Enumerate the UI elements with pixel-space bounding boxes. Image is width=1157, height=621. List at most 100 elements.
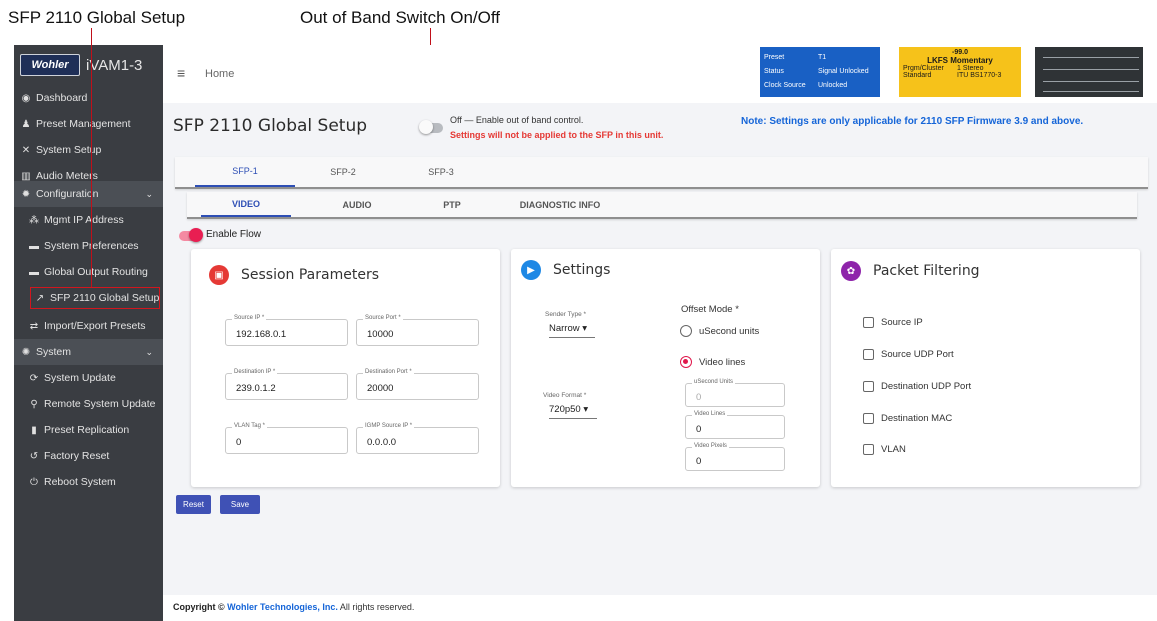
sidebar-item-preset-management[interactable]: ♟ Preset Management bbox=[14, 111, 163, 137]
meter-gridline bbox=[1043, 69, 1139, 70]
sidebar-item-system-update[interactable]: ⟳ System Update bbox=[14, 365, 163, 391]
source-ip-field[interactable]: Source IP * 192.168.0.1 bbox=[225, 315, 348, 346]
gear-icon: ✹ bbox=[21, 188, 31, 200]
card-title: Session Parameters bbox=[241, 267, 379, 283]
out-of-band-toggle[interactable] bbox=[419, 120, 443, 134]
sfp-tab-bar: SFP-1 SFP-2 SFP-3 bbox=[175, 157, 1148, 189]
vlan-tag-field[interactable]: VLAN Tag * 0 bbox=[225, 423, 348, 454]
card-title: Packet Filtering bbox=[873, 263, 980, 279]
out-of-band-warning: Settings will not be applied to the SFP … bbox=[450, 130, 664, 140]
sidebar-item-factory-reset[interactable]: ↺ Factory Reset bbox=[14, 443, 163, 469]
swap-icon: ⇄ bbox=[29, 320, 39, 332]
checkbox-label: Source IP bbox=[881, 317, 923, 328]
offset-mode-label: Offset Mode * bbox=[681, 304, 739, 315]
video-lines-field[interactable]: Video Lines 0 bbox=[685, 411, 785, 439]
destination-port-field[interactable]: Destination Port * 20000 bbox=[356, 369, 479, 400]
tab-video[interactable]: VIDEO bbox=[201, 192, 291, 217]
sidebar-item-remote-system-update[interactable]: ⚲ Remote System Update bbox=[14, 391, 163, 417]
radio-usecond-units[interactable] bbox=[680, 325, 692, 337]
igmp-source-ip-field[interactable]: IGMP Source IP * 0.0.0.0 bbox=[356, 423, 479, 454]
sidebar: Wohler iVAM1-3 ◉ Dashboard ♟ Preset Manage… bbox=[14, 45, 163, 621]
callout-line-sfp-setup bbox=[91, 28, 92, 287]
tab-audio[interactable]: AUDIO bbox=[312, 192, 402, 217]
main-content: SFP 2110 Global Setup Off — Enable out o… bbox=[163, 103, 1157, 595]
tab-diagnostic-info[interactable]: DIAGNOSTIC INFO bbox=[505, 192, 615, 217]
company-link[interactable]: Wohler Technologies, Inc. bbox=[227, 602, 338, 612]
packet-filtering-card: ✿ Packet Filtering Source IP Source UDP … bbox=[831, 249, 1140, 487]
checkbox-source-udp-port[interactable] bbox=[863, 349, 874, 360]
dashboard-icon: ◉ bbox=[21, 92, 31, 104]
meter-gridline bbox=[1043, 57, 1139, 58]
video-format-select[interactable]: 720p50 ▾ bbox=[549, 404, 597, 419]
enable-flow-toggle[interactable] bbox=[179, 228, 203, 242]
sidebar-item-sfp-2110-global-setup[interactable]: ↗ SFP 2110 Global Setup bbox=[30, 287, 160, 309]
firmware-note: Note: Settings are only applicable for 2… bbox=[741, 116, 1084, 127]
network-icon: ⁂ bbox=[29, 214, 39, 226]
chevron-down-icon: ⌄ bbox=[145, 188, 153, 199]
sync-icon: ⟳ bbox=[29, 372, 39, 384]
sidebar-item-preset-replication[interactable]: ▮ Preset Replication bbox=[14, 417, 163, 443]
tab-sfp-2[interactable]: SFP-2 bbox=[293, 157, 393, 187]
top-bar: ≡ Home Preset T1 Status Signal Unlocked Cl… bbox=[163, 45, 1157, 103]
footer: Copyright © Wohler Technologies, Inc. Al… bbox=[163, 595, 1157, 621]
sidebar-item-global-output-routing[interactable]: ▬ Global Output Routing bbox=[14, 259, 163, 285]
checkbox-label: Destination UDP Port bbox=[881, 381, 972, 392]
callout-oob-switch: Out of Band Switch On/Off bbox=[300, 8, 501, 27]
radio-video-lines[interactable] bbox=[680, 356, 692, 368]
checkbox-destination-mac[interactable] bbox=[863, 413, 874, 424]
brand: Wohler iVAM1-3 bbox=[14, 45, 163, 85]
meter-icon: ▥ bbox=[21, 170, 31, 182]
sidebar-item-mgmt-ip[interactable]: ⁂ Mgmt IP Address bbox=[14, 207, 163, 233]
toggle-knob bbox=[189, 228, 203, 242]
card-title: Settings bbox=[553, 262, 611, 278]
gears-icon: ✺ bbox=[21, 346, 31, 358]
chevron-down-icon: ⌄ bbox=[145, 346, 153, 357]
radio-video-lines-label: Video lines bbox=[699, 357, 746, 368]
source-port-field[interactable]: Source Port * 10000 bbox=[356, 315, 479, 346]
power-icon: ⏻ bbox=[30, 476, 38, 488]
breadcrumb[interactable]: Home bbox=[205, 68, 234, 80]
keyboard-icon: ▬ bbox=[29, 240, 39, 252]
sidebar-item-import-export-presets[interactable]: ⇄ Import/Export Presets bbox=[14, 313, 163, 339]
tab-sfp-1[interactable]: SFP-1 bbox=[195, 157, 295, 187]
wrench-icon: ↗ bbox=[35, 292, 45, 304]
signal-status-panel: Preset T1 Status Signal Unlocked Clock Sou… bbox=[760, 47, 880, 97]
page-title: SFP 2110 Global Setup bbox=[173, 116, 368, 136]
copyright: Copyright © Wohler Technologies, Inc. Al… bbox=[173, 602, 415, 612]
routing-icon: ▬ bbox=[29, 266, 39, 278]
copy-icon: ▮ bbox=[31, 424, 37, 436]
loudness-panel: -99.0 LKFS Momentary Prgm/Cluster 1 Stere… bbox=[899, 47, 1021, 97]
hamburger-menu-icon[interactable]: ≡ bbox=[177, 65, 185, 81]
sidebar-item-reboot-system[interactable]: ⏻ Reboot System bbox=[14, 469, 163, 495]
video-pixels-field[interactable]: Video Pixels 0 bbox=[685, 443, 785, 471]
sidebar-group-system[interactable]: ✺ System ⌄ bbox=[14, 339, 163, 365]
save-button[interactable]: Save bbox=[220, 495, 260, 514]
enable-flow-label: Enable Flow bbox=[206, 229, 262, 240]
sender-type-select[interactable]: Narrow ▾ bbox=[549, 323, 595, 338]
mini-meter-display bbox=[1035, 47, 1143, 97]
callout-sfp-setup: SFP 2110 Global Setup bbox=[8, 8, 186, 27]
video-camera-icon: ▶ bbox=[521, 260, 541, 280]
sidebar-item-system-setup[interactable]: ✕ System Setup bbox=[14, 137, 163, 163]
tab-sfp-3[interactable]: SFP-3 bbox=[391, 157, 491, 187]
checkbox-label: Source UDP Port bbox=[881, 349, 954, 360]
reset-button[interactable]: Reset bbox=[176, 495, 211, 514]
wohler-logo: Wohler bbox=[20, 54, 80, 76]
tab-ptp[interactable]: PTP bbox=[407, 192, 497, 217]
destination-ip-field[interactable]: Destination IP * 239.0.1.2 bbox=[225, 369, 348, 400]
checkbox-source-ip[interactable] bbox=[863, 317, 874, 328]
loudness-mode: LKFS Momentary bbox=[927, 56, 993, 65]
meter-gridline bbox=[1043, 91, 1139, 92]
checkbox-label: VLAN bbox=[881, 444, 906, 455]
sidebar-group-configuration[interactable]: ✹ Configuration ⌄ bbox=[14, 181, 163, 207]
checkbox-vlan[interactable] bbox=[863, 444, 874, 455]
loudness-value: -99.0 bbox=[952, 49, 968, 56]
out-of-band-label: Off — Enable out of band control. bbox=[450, 115, 584, 125]
sidebar-item-system-preferences[interactable]: ▬ System Preferences bbox=[14, 233, 163, 259]
sidebar-item-dashboard[interactable]: ◉ Dashboard bbox=[14, 85, 163, 111]
meter-gridline bbox=[1043, 81, 1139, 82]
undo-icon: ↺ bbox=[29, 450, 39, 462]
settings-card: ▶ Settings Sender Type * Narrow ▾ Video … bbox=[511, 249, 820, 487]
sender-type-label: Sender Type * bbox=[545, 311, 587, 318]
checkbox-destination-udp-port[interactable] bbox=[863, 381, 874, 392]
